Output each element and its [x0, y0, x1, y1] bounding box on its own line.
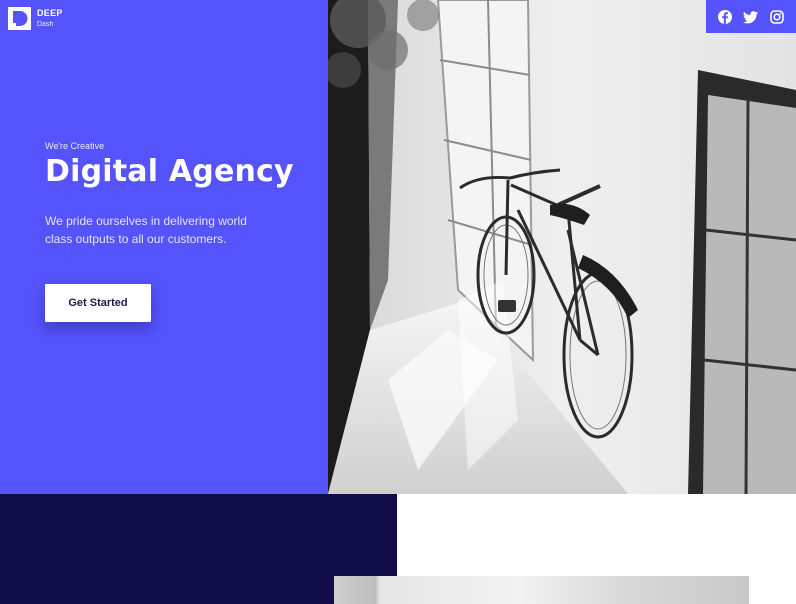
hero-eyebrow: We're Creative	[45, 141, 105, 151]
social-bar	[706, 0, 796, 33]
get-started-button[interactable]: Get Started	[45, 284, 151, 322]
facebook-icon[interactable]	[717, 9, 733, 25]
logo[interactable]: DEEP Dash	[8, 7, 63, 30]
brand-sub: Dash	[37, 21, 54, 28]
hero-panel: DEEP Dash We're Creative Digital Agency …	[0, 0, 328, 494]
hero-description: We pride ourselves in delivering world c…	[45, 214, 247, 246]
hero-title: Digital Agency	[45, 154, 294, 189]
logo-d-icon	[8, 7, 31, 30]
brand-name: DEEP	[37, 8, 63, 18]
hero-image	[328, 0, 796, 494]
twitter-icon[interactable]	[743, 9, 759, 25]
section-image	[334, 576, 749, 604]
instagram-icon[interactable]	[769, 9, 785, 25]
